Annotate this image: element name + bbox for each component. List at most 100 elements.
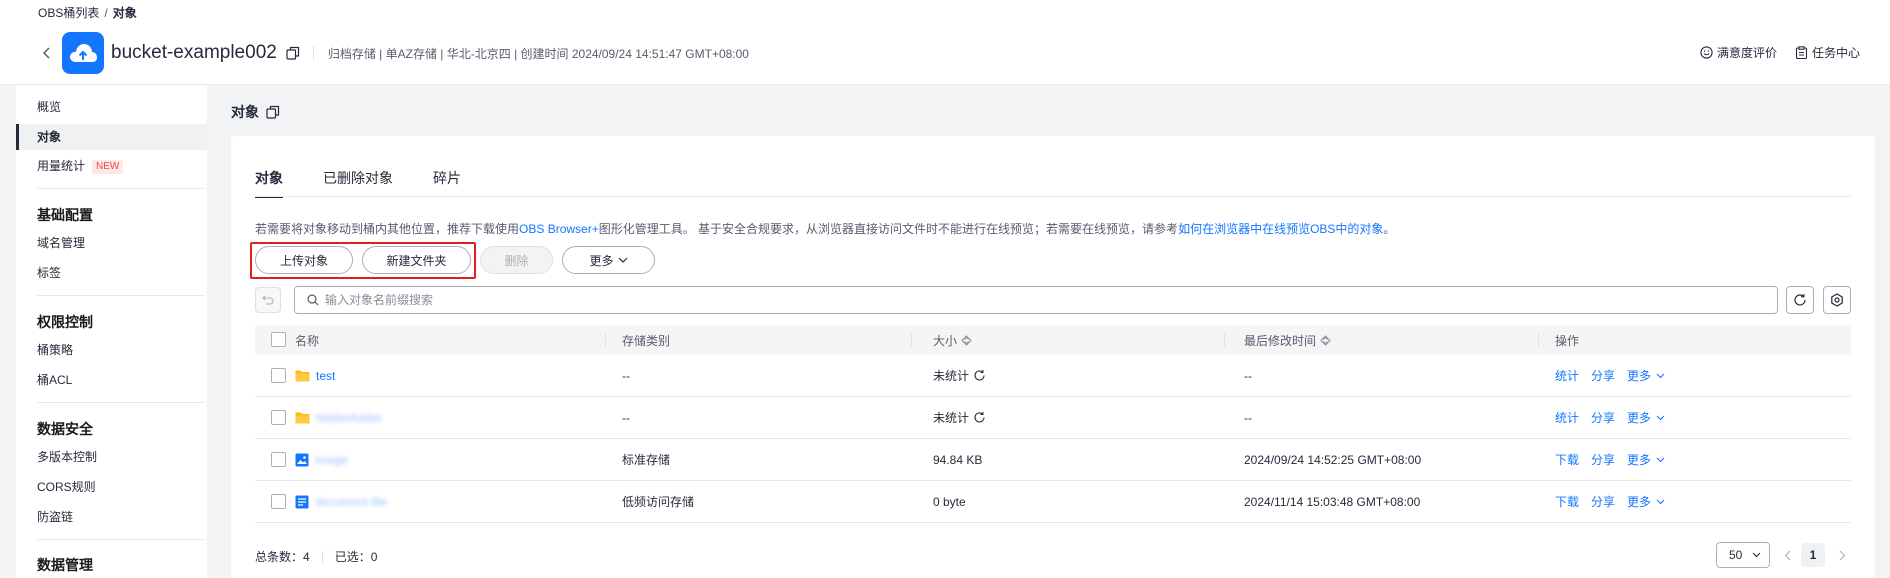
- row-checkbox[interactable]: [271, 410, 286, 425]
- tab-deleted-objects[interactable]: 已删除对象: [323, 168, 393, 198]
- image-file-icon: [295, 453, 309, 467]
- row-checkbox[interactable]: [271, 452, 286, 467]
- bucket-cloud-icon: [62, 32, 104, 74]
- back-arrow-icon[interactable]: [38, 44, 56, 62]
- more-dropdown[interactable]: 更多: [1627, 409, 1665, 426]
- name-cell: test: [295, 369, 335, 383]
- tab-objects[interactable]: 对象: [255, 168, 283, 198]
- header-modified[interactable]: 最后修改时间: [1244, 332, 1331, 349]
- satisfaction-link[interactable]: 满意度评价: [1700, 44, 1777, 61]
- sidebar-item-domain[interactable]: 域名管理: [16, 230, 207, 256]
- column-divider: [605, 333, 606, 347]
- sidebar-item-cors[interactable]: CORS规则: [16, 474, 207, 500]
- stats-link[interactable]: 统计: [1555, 409, 1579, 426]
- undo-icon: [262, 295, 274, 305]
- clipboard-icon: [1795, 46, 1808, 59]
- page-number-current[interactable]: 1: [1801, 543, 1825, 567]
- sidebar-item-tags[interactable]: 标签: [16, 260, 207, 286]
- sidebar-item-overview[interactable]: 概览: [16, 94, 207, 120]
- object-name-link[interactable]: test: [316, 369, 335, 383]
- share-link[interactable]: 分享: [1591, 409, 1615, 426]
- more-button[interactable]: 更多: [562, 246, 655, 274]
- object-name-link[interactable]: hiddenfolder: [316, 411, 382, 425]
- more-button-label: 更多: [589, 253, 614, 268]
- search-input[interactable]: [325, 293, 1725, 307]
- modified-cell: 2024/09/24 14:52:25 GMT+08:00: [1244, 452, 1422, 467]
- bucket-header: bucket-example002 归档存储 | 单AZ存储 | 华北-北京四 …: [38, 32, 749, 74]
- size-cell: 未统计: [933, 409, 986, 426]
- prev-page-button[interactable]: [1779, 546, 1795, 564]
- share-link[interactable]: 分享: [1591, 493, 1615, 510]
- more-dropdown[interactable]: 更多: [1627, 367, 1665, 384]
- task-center-link[interactable]: 任务中心: [1795, 44, 1860, 61]
- back-undo-button[interactable]: [255, 287, 281, 313]
- refresh-icon[interactable]: [973, 411, 986, 424]
- page-size-value: 50: [1729, 548, 1743, 562]
- chevron-left-icon: [1784, 550, 1790, 560]
- sidebar-item-versioning[interactable]: 多版本控制: [16, 444, 207, 470]
- sidebar-item-bucket-policy[interactable]: 桶策略: [16, 337, 207, 363]
- ops-cell: 统计 分享 更多: [1555, 409, 1677, 426]
- settings-button[interactable]: [1823, 286, 1851, 314]
- sidebar-item-hotlink[interactable]: 防盗链: [16, 504, 207, 530]
- chevron-down-icon: [1656, 373, 1665, 378]
- copy-icon[interactable]: [265, 104, 281, 120]
- chevron-down-icon: [1656, 457, 1665, 462]
- table-row: test -- 未统计 -- 统计 分享 更多: [255, 355, 1851, 397]
- notice-middle: 图形化管理工具。 基于安全合规要求，从浏览器直接访问文件时不能进行在线预览；若需…: [598, 222, 1179, 236]
- sort-icon[interactable]: [1320, 334, 1331, 346]
- object-name-link[interactable]: document-file: [315, 495, 387, 509]
- select-all-checkbox[interactable]: [271, 332, 286, 347]
- sidebar-group-data-management: 数据管理: [37, 557, 93, 573]
- sidebar-item-bucket-acl[interactable]: 桶ACL: [16, 367, 207, 393]
- modified-cell: --: [1244, 368, 1252, 383]
- sort-icon[interactable]: [961, 334, 972, 346]
- header-size-label: 大小: [933, 333, 958, 348]
- row-checkbox[interactable]: [271, 494, 286, 509]
- tab-fragments[interactable]: 碎片: [433, 168, 461, 198]
- breadcrumb-parent[interactable]: OBS桶列表: [38, 6, 99, 20]
- upload-object-button[interactable]: 上传对象: [255, 246, 353, 274]
- storage-cell: 低频访问存储: [622, 495, 695, 509]
- share-link[interactable]: 分享: [1591, 367, 1615, 384]
- folder-icon: [295, 369, 310, 382]
- ops-cell: 统计 分享 更多: [1555, 367, 1677, 384]
- column-divider: [911, 333, 912, 347]
- size-cell: 未统计: [933, 367, 986, 384]
- objects-table: 名称 存储类别 大小 最后修改时间 操作 test -- 未统计 -- 统计 分: [255, 325, 1851, 523]
- copy-icon[interactable]: [285, 45, 301, 61]
- refresh-button[interactable]: [1786, 286, 1814, 314]
- header-modified-label: 最后修改时间: [1244, 333, 1317, 348]
- page-size-select[interactable]: 50: [1716, 542, 1770, 568]
- search-icon: [307, 294, 319, 306]
- new-folder-button[interactable]: 新建文件夹: [362, 246, 471, 274]
- storage-cell: --: [622, 410, 630, 425]
- next-page-button[interactable]: [1834, 546, 1850, 564]
- sidebar-item-usage[interactable]: 用量统计 NEW: [16, 153, 207, 179]
- ops-cell: 下载 分享 更多: [1555, 451, 1677, 468]
- size-cell: 94.84 KB: [933, 452, 983, 467]
- sidebar-item-usage-label: 用量统计: [37, 159, 86, 173]
- name-cell: document-file: [295, 495, 387, 509]
- object-name-link[interactable]: image: [315, 453, 348, 467]
- obs-browser-link[interactable]: OBS Browser+: [519, 222, 599, 236]
- modified-cell: 2024/11/14 15:03:48 GMT+08:00: [1244, 494, 1421, 509]
- sidebar-divider: [37, 295, 204, 296]
- preview-help-link[interactable]: 如何在浏览器中在线预览OBS中的对象: [1178, 222, 1383, 236]
- refresh-icon[interactable]: [973, 369, 986, 382]
- stats-link[interactable]: 统计: [1555, 367, 1579, 384]
- download-link[interactable]: 下载: [1555, 451, 1579, 468]
- satisfaction-label: 满意度评价: [1716, 46, 1777, 60]
- more-dropdown[interactable]: 更多: [1627, 451, 1665, 468]
- more-dropdown[interactable]: 更多: [1627, 493, 1665, 510]
- share-link[interactable]: 分享: [1591, 451, 1615, 468]
- header-size[interactable]: 大小: [933, 332, 972, 349]
- row-checkbox[interactable]: [271, 368, 286, 383]
- selected-count: 0: [370, 549, 378, 564]
- sidebar-item-objects[interactable]: 对象: [16, 124, 207, 150]
- notice-text: 若需要将对象移动到桶内其他位置，推荐下载使用OBS Browser+图形化管理工…: [255, 220, 1395, 237]
- delete-button[interactable]: 删除: [480, 246, 553, 274]
- footer-divider: [321, 550, 323, 563]
- header-storage: 存储类别: [622, 333, 671, 348]
- download-link[interactable]: 下载: [1555, 493, 1579, 510]
